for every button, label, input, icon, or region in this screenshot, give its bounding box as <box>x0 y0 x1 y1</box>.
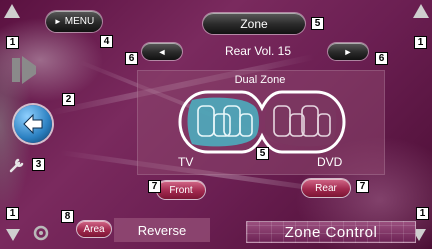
menu-button[interactable]: ► MENU <box>46 11 102 32</box>
callout-badge: 5 <box>311 17 324 30</box>
zone-button[interactable]: Zone <box>203 13 305 34</box>
callout-badge: 6 <box>375 52 388 65</box>
callout-badge: 5 <box>256 147 269 160</box>
rear-source-label: DVD <box>317 155 343 169</box>
zone-control-screen: ► MENU Zone ◄ Rear Vol. 15 ► Dual Zone T… <box>0 0 432 249</box>
return-button[interactable] <box>14 105 52 143</box>
rear-button-label: Rear <box>315 182 337 194</box>
callout-badge: 8 <box>61 210 74 223</box>
area-button[interactable]: Area <box>77 221 111 237</box>
zone-button-label: Zone <box>240 16 268 31</box>
reverse-status-label: Reverse <box>137 222 187 238</box>
menu-arrow-icon: ► <box>53 17 62 26</box>
settings-tool-icon[interactable] <box>8 156 26 174</box>
callout-badge: 1 <box>6 36 19 49</box>
front-seat-icon <box>187 97 259 147</box>
media-icon[interactable] <box>10 52 40 88</box>
callout-badge: 6 <box>125 52 138 65</box>
left-arrow-icon: ◄ <box>157 46 167 57</box>
right-arrow-icon: ► <box>343 46 353 57</box>
scroll-down-arrow-icon[interactable] <box>6 229 20 241</box>
rear-volume-readout: Rear Vol. 15 <box>224 44 292 58</box>
front-button[interactable]: Front <box>157 181 205 199</box>
callout-badge: 4 <box>100 35 113 48</box>
zone-control-title: Zone Control <box>246 221 416 243</box>
swirl-decoration-icon <box>30 224 52 242</box>
dual-zone-title: Dual Zone <box>234 74 286 86</box>
return-arrow-icon <box>23 113 43 135</box>
menu-button-label: MENU <box>64 16 95 27</box>
scroll-up-arrow-icon[interactable] <box>4 4 20 18</box>
callout-badge: 7 <box>356 180 369 193</box>
area-button-label: Area <box>83 223 105 235</box>
callout-badge: 1 <box>6 207 19 220</box>
zone-control-title-label: Zone Control <box>284 223 378 241</box>
callout-badge: 1 <box>414 36 427 49</box>
rear-button[interactable]: Rear <box>302 179 350 197</box>
callout-badge: 1 <box>416 207 429 220</box>
volume-up-button[interactable]: ► <box>328 43 368 60</box>
front-button-label: Front <box>169 184 193 196</box>
scroll-up-arrow-icon[interactable] <box>413 4 429 18</box>
volume-down-button[interactable]: ◄ <box>142 43 182 60</box>
callout-badge: 7 <box>148 180 161 193</box>
callout-badge: 3 <box>32 158 45 171</box>
rear-seat-icon <box>265 97 337 147</box>
front-source-label: TV <box>178 155 194 169</box>
zone-seat-display[interactable] <box>178 90 346 154</box>
callout-badge: 2 <box>62 93 75 106</box>
reverse-status: Reverse <box>114 218 210 242</box>
